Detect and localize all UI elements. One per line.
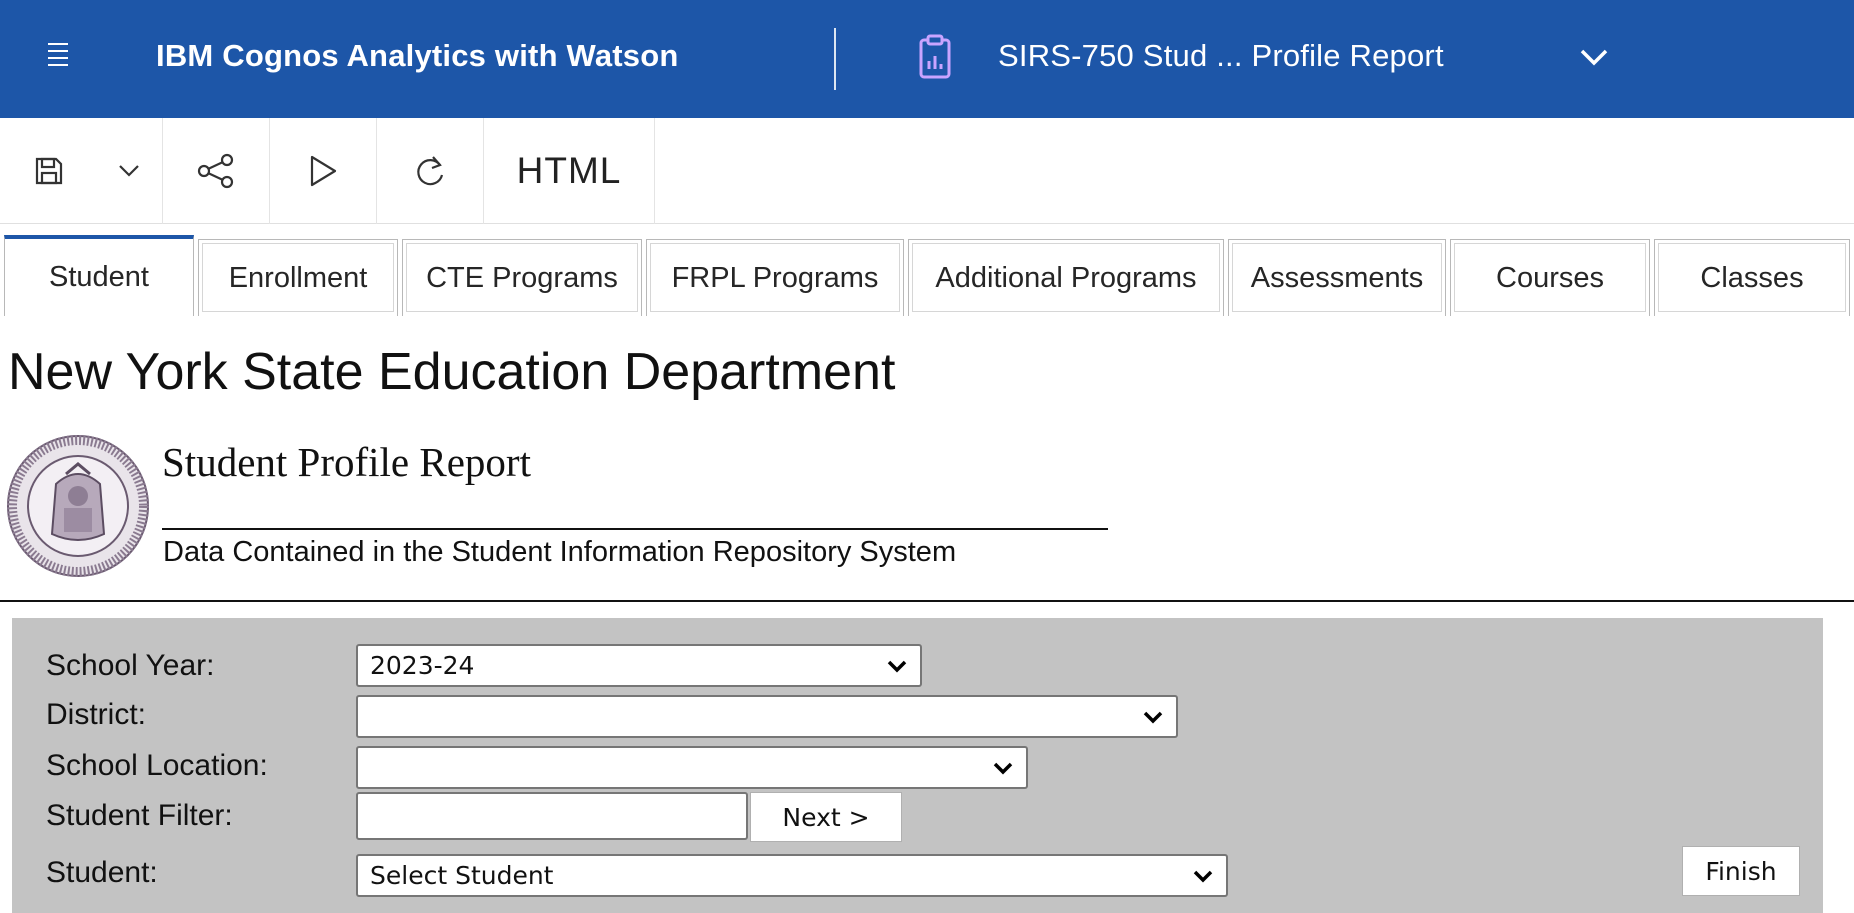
next-button[interactable]: Next > bbox=[750, 792, 902, 842]
save-button[interactable] bbox=[14, 118, 84, 224]
header-divider-line bbox=[0, 600, 1854, 602]
hamburger-menu-icon[interactable] bbox=[48, 43, 68, 66]
school-location-label: School Location: bbox=[46, 749, 268, 782]
school-year-select[interactable]: 2023-24 bbox=[356, 644, 922, 687]
student-value: Select Student bbox=[370, 861, 554, 890]
report-toolbar: HTML bbox=[0, 118, 1854, 224]
school-location-select[interactable] bbox=[356, 746, 1028, 789]
chevron-down-icon bbox=[1143, 711, 1163, 724]
tab-assessments[interactable]: Assessments bbox=[1228, 239, 1446, 316]
student-filter-label: Student Filter: bbox=[46, 799, 233, 832]
school-year-label: School Year: bbox=[46, 649, 215, 682]
share-button[interactable] bbox=[163, 118, 269, 224]
refresh-button[interactable] bbox=[377, 118, 483, 224]
report-name-divider bbox=[162, 528, 1108, 530]
report-name: Student Profile Report bbox=[162, 439, 531, 485]
tab-enrollment[interactable]: Enrollment bbox=[198, 239, 398, 316]
student-select[interactable]: Select Student bbox=[356, 854, 1228, 897]
chevron-down-icon bbox=[993, 762, 1013, 775]
student-filter-input[interactable] bbox=[356, 792, 748, 840]
toolbar-divider bbox=[654, 118, 655, 224]
tab-student[interactable]: Student bbox=[4, 235, 194, 316]
refresh-icon bbox=[417, 156, 444, 186]
chevron-down-icon bbox=[1193, 870, 1213, 883]
run-play-icon bbox=[310, 155, 337, 187]
save-options-button[interactable] bbox=[104, 118, 154, 224]
chevron-down-icon bbox=[887, 660, 907, 673]
tab-cte-programs[interactable]: CTE Programs bbox=[402, 239, 642, 316]
report-title: SIRS-750 Stud ... Profile Report bbox=[998, 38, 1444, 73]
report-subtitle: Data Contained in the Student Informatio… bbox=[163, 536, 957, 568]
school-year-value: 2023-24 bbox=[370, 651, 475, 680]
app-title: IBM Cognos Analytics with Watson bbox=[156, 38, 679, 73]
tab-additional-programs[interactable]: Additional Programs bbox=[908, 239, 1224, 316]
finish-button[interactable]: Finish bbox=[1682, 846, 1800, 896]
report-tabs: Student Enrollment CTE Programs FRPL Pro… bbox=[0, 232, 1854, 316]
tab-courses[interactable]: Courses bbox=[1450, 239, 1650, 316]
share-icon bbox=[197, 153, 234, 189]
save-icon bbox=[35, 157, 63, 185]
student-label: Student: bbox=[46, 856, 158, 889]
organization-title: New York State Education Department bbox=[8, 343, 896, 401]
header-divider bbox=[834, 28, 836, 90]
tab-classes[interactable]: Classes bbox=[1654, 239, 1850, 316]
state-seal-logo bbox=[7, 435, 149, 577]
district-label: District: bbox=[46, 698, 146, 731]
chevron-down-icon[interactable] bbox=[1576, 40, 1612, 76]
app-header: IBM Cognos Analytics with Watson SIRS-75… bbox=[0, 0, 1854, 118]
run-button[interactable] bbox=[270, 118, 376, 224]
tab-frpl-programs[interactable]: FRPL Programs bbox=[646, 239, 904, 316]
district-select[interactable] bbox=[356, 695, 1178, 738]
output-format-button[interactable]: HTML bbox=[484, 118, 654, 224]
chevron-down-icon bbox=[119, 165, 139, 177]
report-clipboard-icon bbox=[919, 34, 951, 79]
prompt-panel: School Year: 2023-24 District: School Lo… bbox=[12, 618, 1823, 913]
